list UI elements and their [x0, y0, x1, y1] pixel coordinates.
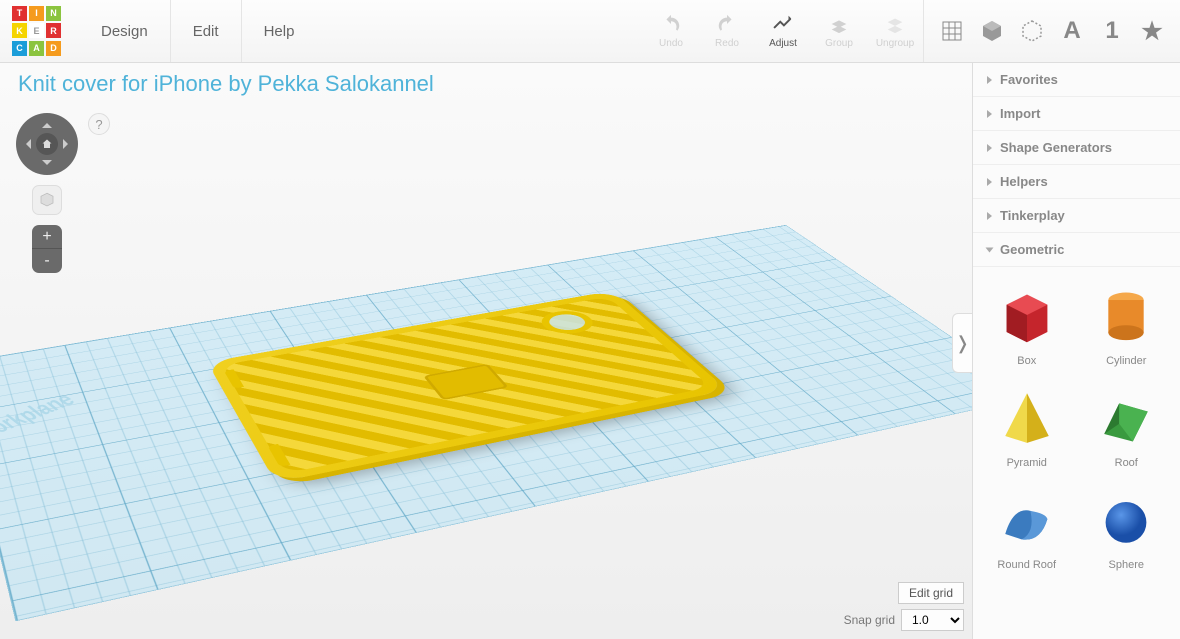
group-button[interactable]: Group — [811, 0, 867, 62]
undo-icon — [660, 13, 682, 35]
panel-favorites[interactable]: Favorites — [973, 63, 1180, 97]
panel-tinkerplay[interactable]: Tinkerplay — [973, 199, 1180, 233]
chevron-down-icon — [986, 247, 994, 252]
box-icon — [991, 279, 1063, 351]
panel-label: Geometric — [1000, 242, 1064, 257]
shape-label: Cylinder — [1106, 355, 1146, 367]
ungroup-button[interactable]: Ungroup — [867, 0, 923, 62]
orbit-left-icon[interactable] — [21, 139, 31, 149]
shape-mode-toolbar: A 1 ★ — [923, 0, 1180, 62]
top-toolbar: TINKERCAD Design Edit Help Undo Redo Adj… — [0, 0, 1180, 63]
undo-button[interactable]: Undo — [643, 0, 699, 62]
menu-edit[interactable]: Edit — [171, 0, 242, 62]
panel-label: Favorites — [1000, 72, 1058, 87]
panel-label: Import — [1000, 106, 1040, 121]
chevron-right-icon — [987, 144, 992, 152]
snap-grid-select[interactable]: 1.0 — [901, 609, 964, 631]
redo-button[interactable]: Redo — [699, 0, 755, 62]
zoom-in-button[interactable]: + — [32, 225, 62, 249]
chevron-right-icon — [987, 178, 992, 186]
number-shape-icon[interactable]: 1 — [1098, 17, 1126, 45]
panel-geometric[interactable]: Geometric — [973, 233, 1180, 267]
adjust-label: Adjust — [769, 38, 797, 49]
menu-help[interactable]: Help — [242, 0, 317, 62]
shape-pyramid[interactable]: Pyramid — [979, 377, 1075, 473]
shape-roof[interactable]: Roof — [1079, 377, 1175, 473]
pyramid-icon — [991, 381, 1063, 453]
panel-label: Tinkerplay — [1000, 208, 1065, 223]
fit-view-button[interactable] — [32, 185, 62, 215]
workplane-tool-icon[interactable] — [938, 17, 966, 45]
home-icon — [41, 138, 53, 150]
undo-label: Undo — [659, 38, 683, 49]
panel-label: Shape Generators — [1000, 140, 1112, 155]
panel-label: Helpers — [1000, 174, 1048, 189]
hole-shape-icon[interactable] — [1018, 17, 1046, 45]
redo-icon — [716, 13, 738, 35]
shape-box[interactable]: Box — [979, 275, 1075, 371]
ungroup-label: Ungroup — [876, 38, 914, 49]
edit-grid-button[interactable]: Edit grid — [898, 582, 964, 604]
favorites-icon[interactable]: ★ — [1138, 17, 1166, 45]
main-menu: Design Edit Help — [79, 0, 316, 62]
shape-cylinder[interactable]: Cylinder — [1079, 275, 1175, 371]
orbit-down-icon[interactable] — [42, 160, 52, 170]
grid-controls: Edit grid Snap grid 1.0 — [844, 582, 964, 631]
group-icon — [828, 13, 850, 35]
help-button[interactable]: ? — [88, 113, 110, 135]
orbit-right-icon[interactable] — [63, 139, 73, 149]
orbit-up-icon[interactable] — [42, 118, 52, 128]
zoom-out-button[interactable]: - — [32, 249, 62, 273]
chevron-right-icon — [987, 76, 992, 84]
text-shape-icon[interactable]: A — [1058, 17, 1086, 45]
collapse-sidebar-button[interactable]: ❭ — [952, 313, 972, 373]
orbit-control[interactable] — [16, 113, 78, 175]
chevron-right-icon — [987, 110, 992, 118]
main-area: Knit cover for iPhone by Pekka Salokanne… — [0, 63, 1180, 639]
redo-label: Redo — [715, 38, 739, 49]
cube-icon — [38, 191, 56, 209]
sphere-icon — [1090, 483, 1162, 555]
adjust-icon — [772, 13, 794, 35]
shape-sphere[interactable]: Sphere — [1079, 479, 1175, 575]
shape-round-roof[interactable]: Round Roof — [979, 479, 1075, 575]
roof-icon — [1090, 381, 1162, 453]
tinkercad-logo[interactable]: TINKERCAD — [6, 0, 69, 63]
view-controls: + - — [16, 113, 78, 273]
shapes-sidebar: Favorites Import Shape Generators Helper… — [972, 63, 1180, 639]
chevron-right-icon — [987, 212, 992, 220]
shape-label: Pyramid — [1007, 457, 1047, 469]
group-label: Group — [825, 38, 853, 49]
ungroup-icon — [884, 13, 906, 35]
round-roof-icon — [991, 483, 1063, 555]
home-view-button[interactable] — [36, 133, 58, 155]
panel-shape-generators[interactable]: Shape Generators — [973, 131, 1180, 165]
geometric-shapes-grid: Box Cylinder Pyramid Roof — [973, 267, 1180, 587]
shape-label: Roof — [1115, 457, 1138, 469]
viewport-3d[interactable]: Knit cover for iPhone by Pekka Salokanne… — [0, 63, 972, 639]
action-toolbar: Undo Redo Adjust Group Ungroup — [643, 0, 923, 62]
zoom-control: + - — [32, 225, 62, 273]
cylinder-icon — [1090, 279, 1162, 351]
project-title[interactable]: Knit cover for iPhone by Pekka Salokanne… — [18, 71, 434, 97]
adjust-button[interactable]: Adjust — [755, 0, 811, 62]
shape-label: Round Roof — [997, 559, 1056, 571]
panel-helpers[interactable]: Helpers — [973, 165, 1180, 199]
shape-label: Sphere — [1109, 559, 1144, 571]
panel-import[interactable]: Import — [973, 97, 1180, 131]
solid-shape-icon[interactable] — [978, 17, 1006, 45]
menu-design[interactable]: Design — [79, 0, 171, 62]
shape-label: Box — [1017, 355, 1036, 367]
snap-grid-label: Snap grid — [844, 613, 895, 627]
